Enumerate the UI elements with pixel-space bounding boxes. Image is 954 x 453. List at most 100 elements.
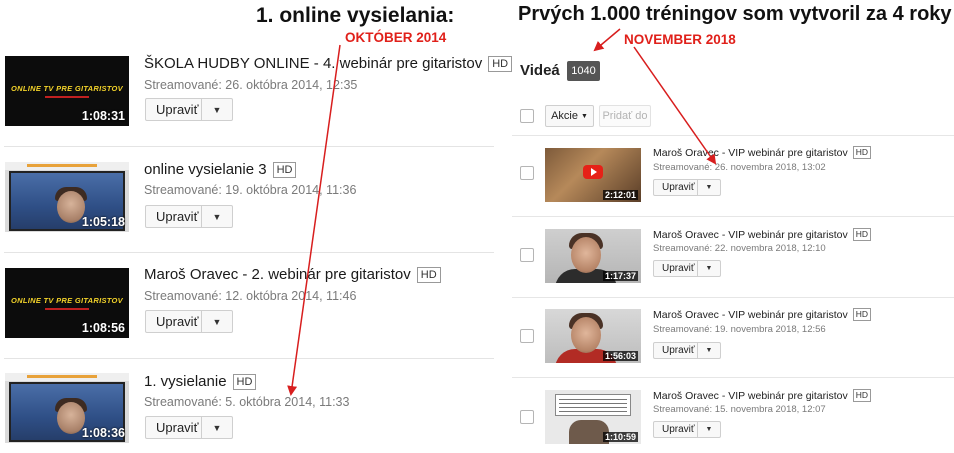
- video-duration: 1:08:56: [81, 321, 125, 335]
- edit-dropdown-chevron-down-icon[interactable]: ▼: [202, 99, 232, 120]
- row-checkbox[interactable]: [520, 166, 534, 180]
- thumbnail-header-strip: [5, 373, 129, 381]
- edit-button[interactable]: Upraviť: [654, 261, 698, 276]
- video-title[interactable]: online vysielanie 3: [144, 161, 267, 178]
- edit-button[interactable]: Upraviť: [146, 206, 202, 227]
- row-divider: [4, 146, 494, 147]
- edit-button-group: Upraviť ▼: [653, 260, 721, 277]
- actions-label: Akcie: [551, 110, 578, 122]
- video-thumbnail[interactable]: 1:08:36: [5, 373, 129, 443]
- edit-button-group: Upraviť ▼: [145, 416, 233, 439]
- video-duration: 1:56:03: [602, 351, 638, 361]
- row-divider: [4, 252, 494, 253]
- thumbnail-header-strip: [5, 162, 129, 170]
- annotation-left-date: OKTÓBER 2014: [345, 30, 447, 45]
- row-divider: [4, 358, 494, 359]
- video-title-link[interactable]: Maroš Oravec - VIP webinár pre gitaristo…: [653, 146, 871, 159]
- video-thumbnail[interactable]: 1:17:37: [545, 229, 641, 283]
- arrow-to-videos-count: [593, 28, 621, 52]
- annotation-right-title: Prvých 1.000 tréningov som vytvoril za 4…: [518, 3, 952, 25]
- video-title[interactable]: 1. vysielanie: [144, 373, 227, 390]
- row-divider: [512, 297, 954, 298]
- edit-dropdown-chevron-down-icon[interactable]: ▼: [698, 343, 720, 358]
- video-thumbnail[interactable]: ONLINE TV PRE GITARISTOV 1:08:56: [5, 268, 129, 338]
- edit-dropdown-chevron-down-icon[interactable]: ▼: [202, 311, 232, 332]
- play-icon: [583, 165, 603, 179]
- video-title[interactable]: Maroš Oravec - 2. webinár pre gitaristov: [144, 266, 411, 283]
- video-title-link[interactable]: ŠKOLA HUDBY ONLINE - 4. webinár pre gita…: [144, 55, 513, 72]
- edit-button[interactable]: Upraviť: [654, 180, 698, 195]
- video-thumbnail[interactable]: ONLINE TV PRE GITARISTOV 1:08:31: [5, 56, 129, 126]
- edit-button[interactable]: Upraviť: [654, 343, 698, 358]
- video-thumbnail[interactable]: 1:56:03: [545, 309, 641, 363]
- video-thumbnail[interactable]: 1:05:18: [5, 162, 129, 232]
- edit-button[interactable]: Upraviť: [146, 417, 202, 438]
- thumbnail-logo-text: ONLINE TV PRE GITARISTOV: [11, 84, 123, 93]
- actions-dropdown[interactable]: Akcie ▼: [545, 105, 594, 127]
- row-checkbox[interactable]: [520, 329, 534, 343]
- row-divider: [512, 377, 954, 378]
- edit-dropdown-chevron-down-icon[interactable]: ▼: [698, 180, 720, 195]
- video-thumbnail[interactable]: 1:10:59: [545, 390, 641, 444]
- row-divider: [512, 135, 954, 136]
- stream-date: Streamované: 26. októbra 2014, 12:35: [144, 78, 358, 92]
- video-title[interactable]: Maroš Oravec - VIP webinár pre gitaristo…: [653, 229, 848, 241]
- hd-badge: HD: [852, 389, 871, 402]
- videos-heading: Videá: [520, 62, 560, 79]
- stream-date: Streamované: 12. októbra 2014, 11:46: [144, 289, 357, 303]
- edit-button-group: Upraviť ▼: [145, 205, 233, 228]
- edit-dropdown-chevron-down-icon[interactable]: ▼: [698, 422, 720, 437]
- edit-button[interactable]: Upraviť: [146, 311, 202, 332]
- stream-date: Streamované: 22. novembra 2018, 12:10: [653, 243, 826, 254]
- row-checkbox[interactable]: [520, 248, 534, 262]
- video-duration: 1:05:18: [81, 215, 125, 229]
- edit-button-group: Upraviť ▼: [145, 310, 233, 333]
- edit-dropdown-chevron-down-icon[interactable]: ▼: [698, 261, 720, 276]
- video-duration: 1:08:31: [81, 109, 125, 123]
- edit-button-group: Upraviť ▼: [653, 342, 721, 359]
- hd-badge: HD: [852, 146, 871, 159]
- video-title[interactable]: Maroš Oravec - VIP webinár pre gitaristo…: [653, 309, 848, 321]
- arrow-to-first-stream-date: [287, 44, 341, 396]
- caret-down-icon: ▼: [580, 112, 588, 120]
- row-checkbox[interactable]: [520, 410, 534, 424]
- video-count-badge: 1040: [567, 61, 600, 81]
- video-title-link[interactable]: Maroš Oravec - VIP webinár pre gitaristo…: [653, 389, 871, 402]
- edit-button[interactable]: Upraviť: [146, 99, 202, 120]
- stream-date: Streamované: 19. novembra 2018, 12:56: [653, 324, 826, 335]
- person-face: [57, 402, 85, 434]
- video-title-link[interactable]: Maroš Oravec - 2. webinár pre gitaristov…: [144, 266, 441, 283]
- add-to-button[interactable]: Pridať do: [599, 105, 651, 127]
- edit-dropdown-chevron-down-icon[interactable]: ▼: [202, 206, 232, 227]
- video-title[interactable]: Maroš Oravec - VIP webinár pre gitaristo…: [653, 147, 848, 159]
- hd-badge: HD: [272, 161, 297, 178]
- edit-button-group: Upraviť ▼: [653, 179, 721, 196]
- thumbnail-logo-underline: [45, 308, 89, 310]
- video-title-link[interactable]: Maroš Oravec - VIP webinár pre gitaristo…: [653, 308, 871, 321]
- video-title[interactable]: ŠKOLA HUDBY ONLINE - 4. webinár pre gita…: [144, 55, 482, 72]
- person-face: [571, 237, 601, 273]
- video-duration: 2:12:01: [602, 190, 638, 200]
- video-title-link[interactable]: 1. vysielanie HD: [144, 373, 257, 390]
- stream-date: Streamované: 26. novembra 2018, 13:02: [653, 162, 826, 173]
- stream-date: Streamované: 15. novembra 2018, 12:07: [653, 404, 826, 415]
- video-title[interactable]: Maroš Oravec - VIP webinár pre gitaristo…: [653, 390, 848, 402]
- stream-date: Streamované: 5. októbra 2014, 11:33: [144, 395, 350, 409]
- video-duration: 1:17:37: [602, 271, 638, 281]
- video-title-link[interactable]: online vysielanie 3 HD: [144, 161, 297, 178]
- edit-button-group: Upraviť ▼: [653, 421, 721, 438]
- stream-date: Streamované: 19. októbra 2014, 11:36: [144, 183, 357, 197]
- thumbnail-logo-text: ONLINE TV PRE GITARISTOV: [11, 296, 123, 305]
- person-face: [57, 191, 85, 223]
- edit-dropdown-chevron-down-icon[interactable]: ▼: [202, 417, 232, 438]
- hd-badge: HD: [852, 228, 871, 241]
- person-face: [571, 317, 601, 353]
- video-duration: 1:08:36: [81, 426, 125, 440]
- edit-button[interactable]: Upraviť: [654, 422, 698, 437]
- select-all-checkbox[interactable]: [520, 109, 534, 123]
- hd-badge: HD: [416, 266, 441, 283]
- video-title-link[interactable]: Maroš Oravec - VIP webinár pre gitaristo…: [653, 228, 871, 241]
- video-thumbnail[interactable]: 2:12:01: [545, 148, 641, 202]
- music-sheet: [555, 394, 631, 416]
- edit-button-group: Upraviť ▼: [145, 98, 233, 121]
